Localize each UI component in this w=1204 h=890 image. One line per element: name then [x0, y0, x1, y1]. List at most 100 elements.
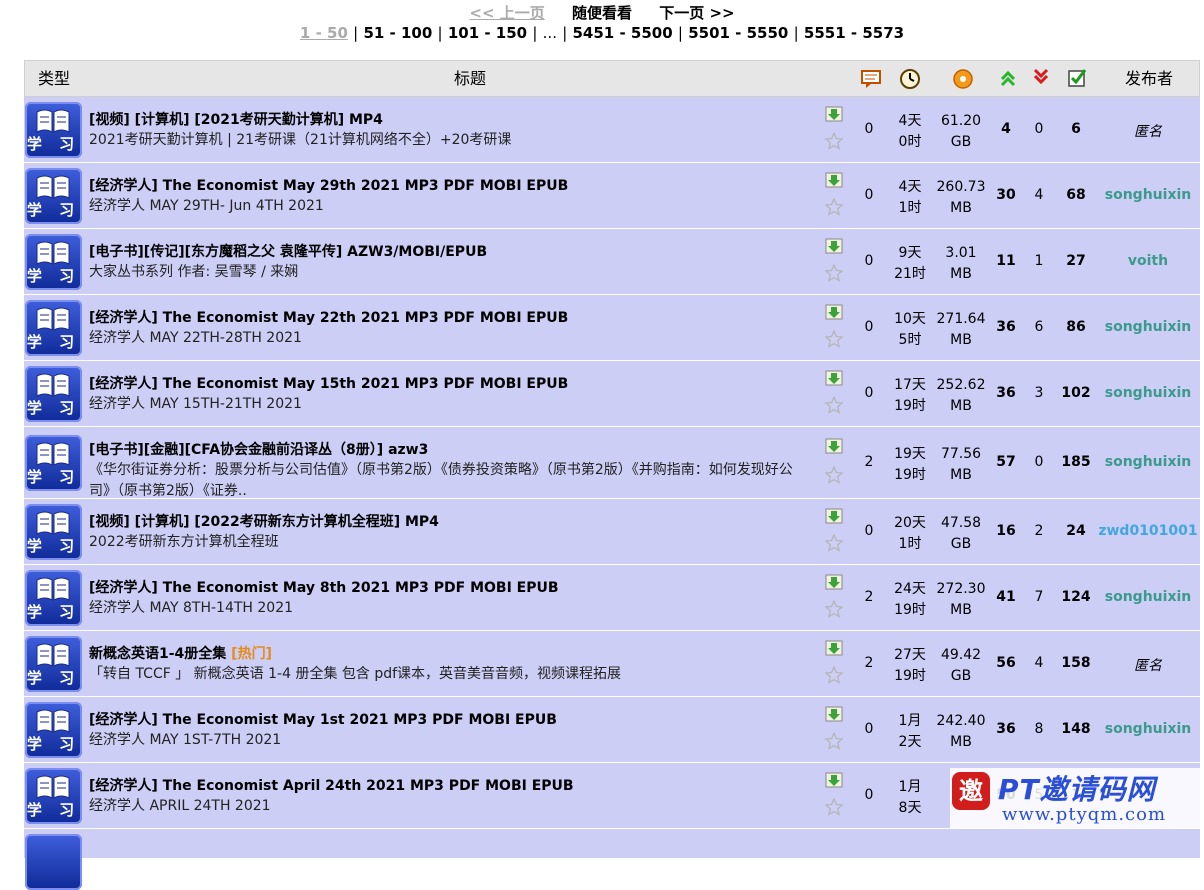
- header-title[interactable]: 标题: [85, 61, 855, 97]
- uploader-link[interactable]: zwd0101001: [1096, 523, 1200, 539]
- leechers-count[interactable]: 2: [1026, 523, 1052, 539]
- download-icon[interactable]: [824, 771, 844, 789]
- download-icon[interactable]: [824, 369, 844, 387]
- completed-count[interactable]: 124: [1058, 589, 1094, 605]
- clock-icon[interactable]: [897, 61, 923, 97]
- leechers-count[interactable]: 4: [1026, 187, 1052, 203]
- completed-count[interactable]: 24: [1058, 523, 1094, 539]
- next-page-link[interactable]: 下一页 >>: [659, 4, 734, 22]
- seeders-count[interactable]: 41: [990, 589, 1022, 605]
- torrent-title[interactable]: 新概念英语1-4册全集 [热门]: [89, 643, 809, 663]
- seeders-count[interactable]: 36: [990, 721, 1022, 737]
- seeders-count[interactable]: 57: [990, 454, 1022, 470]
- leechers-count[interactable]: 8: [1026, 721, 1052, 737]
- torrent-title[interactable]: [经济学人] The Economist May 22th 2021 MP3 P…: [89, 307, 809, 327]
- comment-icon[interactable]: [858, 61, 884, 97]
- table-row-partial[interactable]: [24, 829, 1200, 890]
- uploader-link[interactable]: songhuixin: [1096, 721, 1200, 737]
- leechers-count[interactable]: 0: [1026, 121, 1052, 137]
- torrent-title[interactable]: [经济学人] The Economist May 1st 2021 MP3 PD…: [89, 709, 809, 729]
- seeders-count[interactable]: 30: [990, 187, 1022, 203]
- uploader-link[interactable]: 匿名: [1096, 121, 1200, 141]
- page-link[interactable]: 51 - 100: [363, 24, 432, 42]
- download-icon[interactable]: [824, 237, 844, 255]
- comments-count[interactable]: 0: [854, 385, 884, 401]
- page-link[interactable]: 5451 - 5500: [573, 24, 673, 42]
- download-icon[interactable]: [824, 573, 844, 591]
- leechers-count[interactable]: 6: [1026, 319, 1052, 335]
- bookmark-star-icon[interactable]: [824, 197, 844, 217]
- completed-count[interactable]: 6: [1058, 121, 1094, 137]
- comments-count[interactable]: 0: [854, 787, 884, 803]
- page-link[interactable]: 101 - 150: [448, 24, 527, 42]
- bookmark-star-icon[interactable]: [824, 599, 844, 619]
- torrent-title[interactable]: [视频] [计算机] [2021考研天勤计算机] MP4: [89, 109, 809, 129]
- title-text[interactable]: [经济学人] The Economist May 22th 2021 MP3 P…: [89, 310, 568, 326]
- leechers-count[interactable]: 7: [1026, 589, 1052, 605]
- title-text[interactable]: [视频] [计算机] [2021考研天勤计算机] MP4: [89, 112, 383, 128]
- comments-count[interactable]: 0: [854, 187, 884, 203]
- comments-count[interactable]: 0: [854, 253, 884, 269]
- download-icon[interactable]: [824, 639, 844, 657]
- title-text[interactable]: [经济学人] The Economist May 15th 2021 MP3 P…: [89, 376, 568, 392]
- category-icon[interactable]: 学 习: [25, 636, 82, 692]
- download-icon[interactable]: [824, 171, 844, 189]
- download-icon[interactable]: [824, 705, 844, 723]
- seeders-count[interactable]: 16: [990, 523, 1022, 539]
- completed-count[interactable]: 148: [1058, 721, 1094, 737]
- arrow-down-icon[interactable]: [1030, 61, 1052, 97]
- category-icon[interactable]: [25, 834, 82, 890]
- page-link-current[interactable]: 1 - 50: [300, 24, 348, 42]
- bookmark-star-icon[interactable]: [824, 131, 844, 151]
- torrent-title[interactable]: [经济学人] The Economist May 29th 2021 MP3 P…: [89, 175, 809, 195]
- seeders-count[interactable]: 4: [990, 121, 1022, 137]
- comments-count[interactable]: 2: [854, 454, 884, 470]
- seeders-count[interactable]: 36: [990, 319, 1022, 335]
- completed-count[interactable]: 27: [1058, 253, 1094, 269]
- title-text[interactable]: [电子书][金融][CFA协会金融前沿译丛（8册）] azw3: [89, 442, 428, 458]
- uploader-link[interactable]: 匿名: [1096, 655, 1200, 675]
- seeders-count[interactable]: 56: [990, 655, 1022, 671]
- completed-count[interactable]: 158: [1058, 655, 1094, 671]
- comments-count[interactable]: 0: [854, 523, 884, 539]
- download-icon[interactable]: [824, 105, 844, 123]
- title-text[interactable]: [经济学人] The Economist May 1st 2021 MP3 PD…: [89, 712, 557, 728]
- title-text[interactable]: [电子书][传记][东方魔稻之父 袁隆平传] AZW3/MOBI/EPUB: [89, 244, 487, 260]
- bookmark-star-icon[interactable]: [824, 395, 844, 415]
- comments-count[interactable]: 0: [854, 319, 884, 335]
- check-icon[interactable]: [1066, 61, 1088, 97]
- table-row[interactable]: 学 习 [经济学人] The Economist May 22th 2021 MP…: [24, 295, 1200, 361]
- completed-count[interactable]: 68: [1058, 187, 1094, 203]
- completed-count[interactable]: 102: [1058, 385, 1094, 401]
- completed-count[interactable]: 185: [1058, 454, 1094, 470]
- download-icon[interactable]: [824, 303, 844, 321]
- category-icon[interactable]: 学 习: [25, 102, 82, 158]
- leechers-count[interactable]: 0: [1026, 454, 1052, 470]
- title-text[interactable]: [经济学人] The Economist April 24th 2021 MP3…: [89, 778, 574, 794]
- comments-count[interactable]: 2: [854, 589, 884, 605]
- title-text[interactable]: [经济学人] The Economist May 8th 2021 MP3 PD…: [89, 580, 559, 596]
- bookmark-star-icon[interactable]: [824, 665, 844, 685]
- table-row[interactable]: 学 习新概念英语1-4册全集 [热门] 「转自 TCCF 」 新概念英语 1-4 …: [24, 631, 1200, 697]
- category-icon[interactable]: 学 习: [25, 504, 82, 560]
- leechers-count[interactable]: 4: [1026, 655, 1052, 671]
- table-row[interactable]: 学 习 [经济学人] The Economist May 1st 2021 MP3…: [24, 697, 1200, 763]
- uploader-link[interactable]: songhuixin: [1096, 454, 1200, 470]
- category-icon[interactable]: 学 习: [25, 768, 82, 824]
- download-icon[interactable]: [824, 437, 844, 455]
- category-icon[interactable]: 学 习: [25, 570, 82, 626]
- torrent-title[interactable]: [经济学人] The Economist April 24th 2021 MP3…: [89, 775, 809, 795]
- arrow-up-icon[interactable]: [997, 61, 1019, 97]
- comments-count[interactable]: 0: [854, 121, 884, 137]
- category-icon[interactable]: 学 习: [25, 435, 82, 491]
- title-text[interactable]: [视频] [计算机] [2022考研新东方计算机全程班] MP4: [89, 514, 439, 530]
- leechers-count[interactable]: 1: [1026, 253, 1052, 269]
- comments-count[interactable]: 0: [854, 721, 884, 737]
- table-row[interactable]: 学 习 [视频] [计算机] [2021考研天勤计算机] MP4 2021考研天勤计…: [24, 97, 1200, 163]
- table-row[interactable]: 学 习 [视频] [计算机] [2022考研新东方计算机全程班] MP4 2022考…: [24, 499, 1200, 565]
- seeders-count[interactable]: 36: [990, 385, 1022, 401]
- seeders-count[interactable]: 11: [990, 253, 1022, 269]
- comments-count[interactable]: 2: [854, 655, 884, 671]
- table-row[interactable]: 学 习 [电子书][传记][东方魔稻之父 袁隆平传] AZW3/MOBI/EPUB…: [24, 229, 1200, 295]
- table-row[interactable]: 学 习 [经济学人] The Economist May 15th 2021 MP…: [24, 361, 1200, 427]
